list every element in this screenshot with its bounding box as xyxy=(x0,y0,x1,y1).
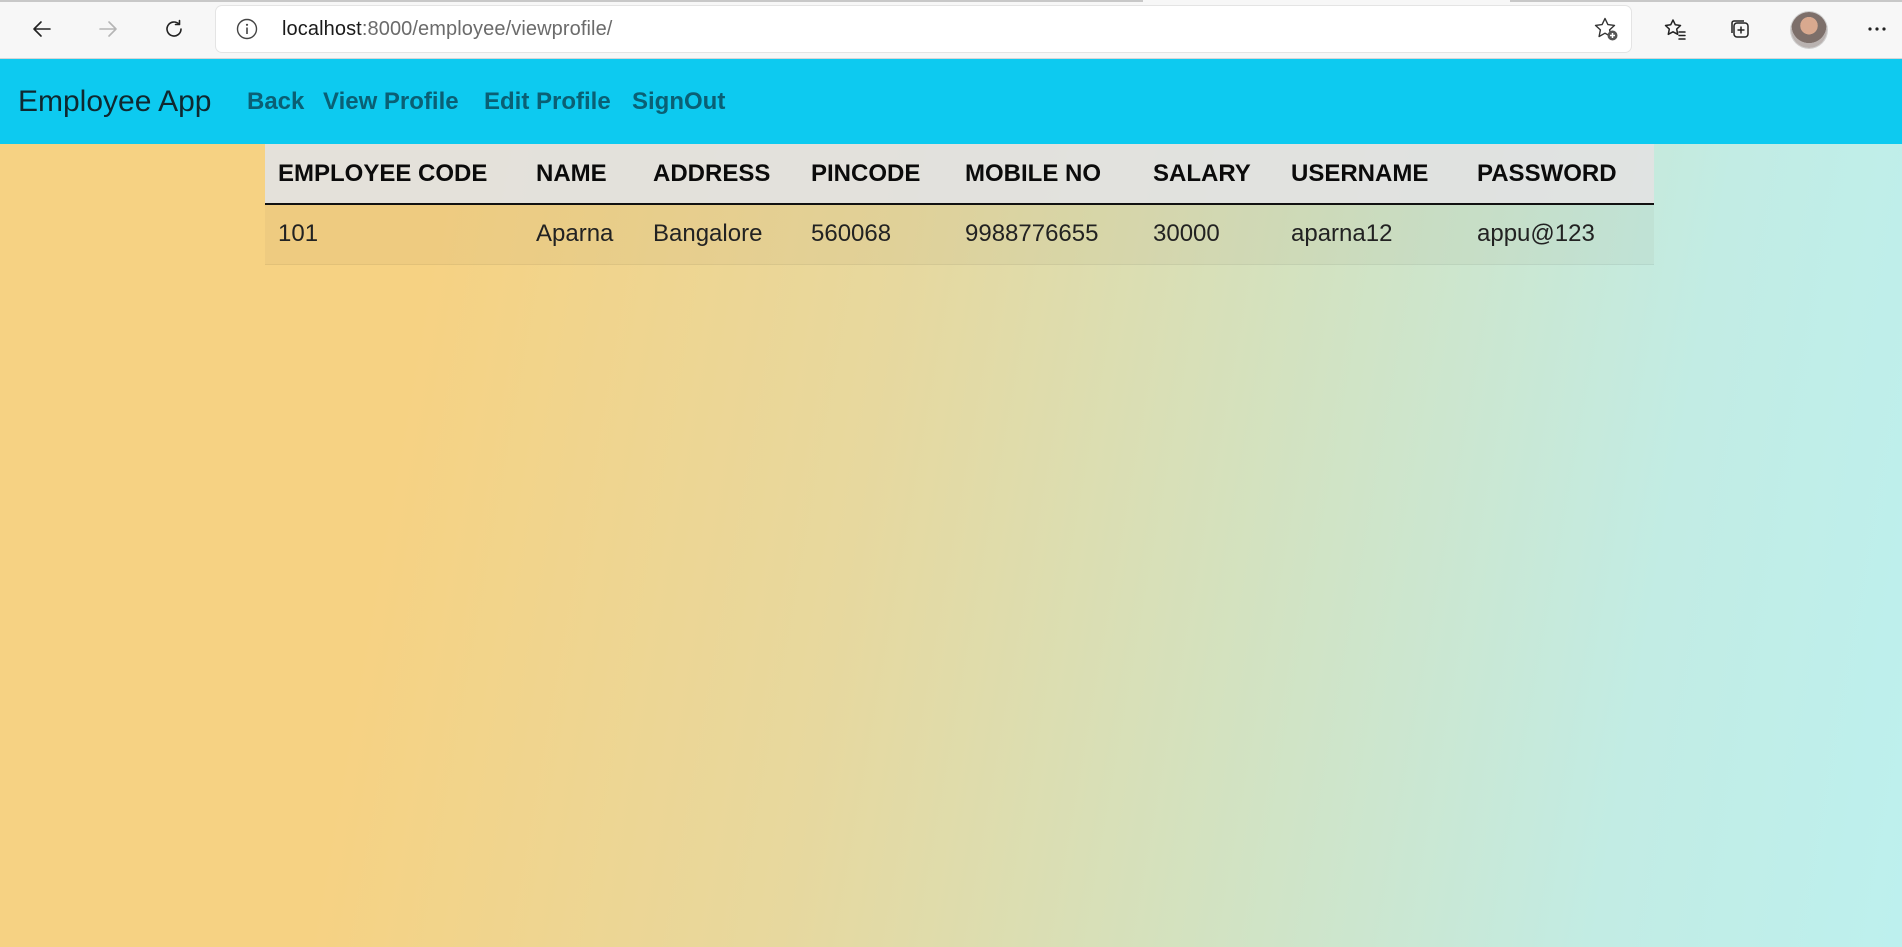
table-row: 101 Aparna Bangalore 560068 9988776655 3… xyxy=(265,204,1654,265)
url-text[interactable]: localhost:8000/employee/viewprofile/ xyxy=(282,6,612,52)
url-host: localhost xyxy=(282,18,362,40)
cell-mobile-no: 9988776655 xyxy=(952,204,1140,265)
info-icon[interactable] xyxy=(236,18,258,40)
header-mobile-no: MOBILE NO xyxy=(952,144,1140,205)
favorites-icon[interactable] xyxy=(1655,9,1695,49)
forward-arrow-icon[interactable] xyxy=(88,9,128,49)
nav-link-view-profile[interactable]: View Profile xyxy=(323,59,459,144)
add-favorite-icon[interactable] xyxy=(1593,16,1619,42)
cell-salary: 30000 xyxy=(1140,204,1278,265)
header-employee-code: EMPLOYEE CODE xyxy=(265,144,523,205)
more-icon[interactable] xyxy=(1857,9,1897,49)
brand-title[interactable]: Employee App xyxy=(18,59,211,144)
browser-toolbar: localhost:8000/employee/viewprofile/ xyxy=(0,0,1902,59)
nav-link-signout[interactable]: SignOut xyxy=(632,59,725,144)
back-arrow-icon[interactable] xyxy=(22,9,62,49)
header-address: ADDRESS xyxy=(640,144,798,205)
nav-link-edit-profile[interactable]: Edit Profile xyxy=(484,59,611,144)
nav-link-back[interactable]: Back xyxy=(247,59,304,144)
cell-address: Bangalore xyxy=(640,204,798,265)
profile-avatar[interactable] xyxy=(1791,12,1827,48)
header-password: PASSWORD xyxy=(1464,144,1654,205)
collections-icon[interactable] xyxy=(1720,9,1760,49)
cell-pincode: 560068 xyxy=(798,204,952,265)
cell-password: appu@123 xyxy=(1464,204,1654,265)
page-background: EMPLOYEE CODE NAME ADDRESS PINCODE MOBIL… xyxy=(0,144,1902,947)
tab-strip-edge xyxy=(1510,0,1902,2)
address-bar[interactable]: localhost:8000/employee/viewprofile/ xyxy=(216,6,1631,52)
refresh-icon[interactable] xyxy=(154,9,194,49)
header-salary: SALARY xyxy=(1140,144,1278,205)
cell-employee-code: 101 xyxy=(265,204,523,265)
employee-profile-table: EMPLOYEE CODE NAME ADDRESS PINCODE MOBIL… xyxy=(265,144,1654,265)
app-navbar: Employee App Back View Profile Edit Prof… xyxy=(0,59,1902,144)
tab-strip-edge xyxy=(0,0,1143,2)
header-pincode: PINCODE xyxy=(798,144,952,205)
cell-username: aparna12 xyxy=(1278,204,1464,265)
header-username: USERNAME xyxy=(1278,144,1464,205)
url-path: :8000/employee/viewprofile/ xyxy=(361,18,613,40)
header-name: NAME xyxy=(523,144,640,205)
cell-name: Aparna xyxy=(523,204,640,265)
table-header-row: EMPLOYEE CODE NAME ADDRESS PINCODE MOBIL… xyxy=(265,144,1654,205)
